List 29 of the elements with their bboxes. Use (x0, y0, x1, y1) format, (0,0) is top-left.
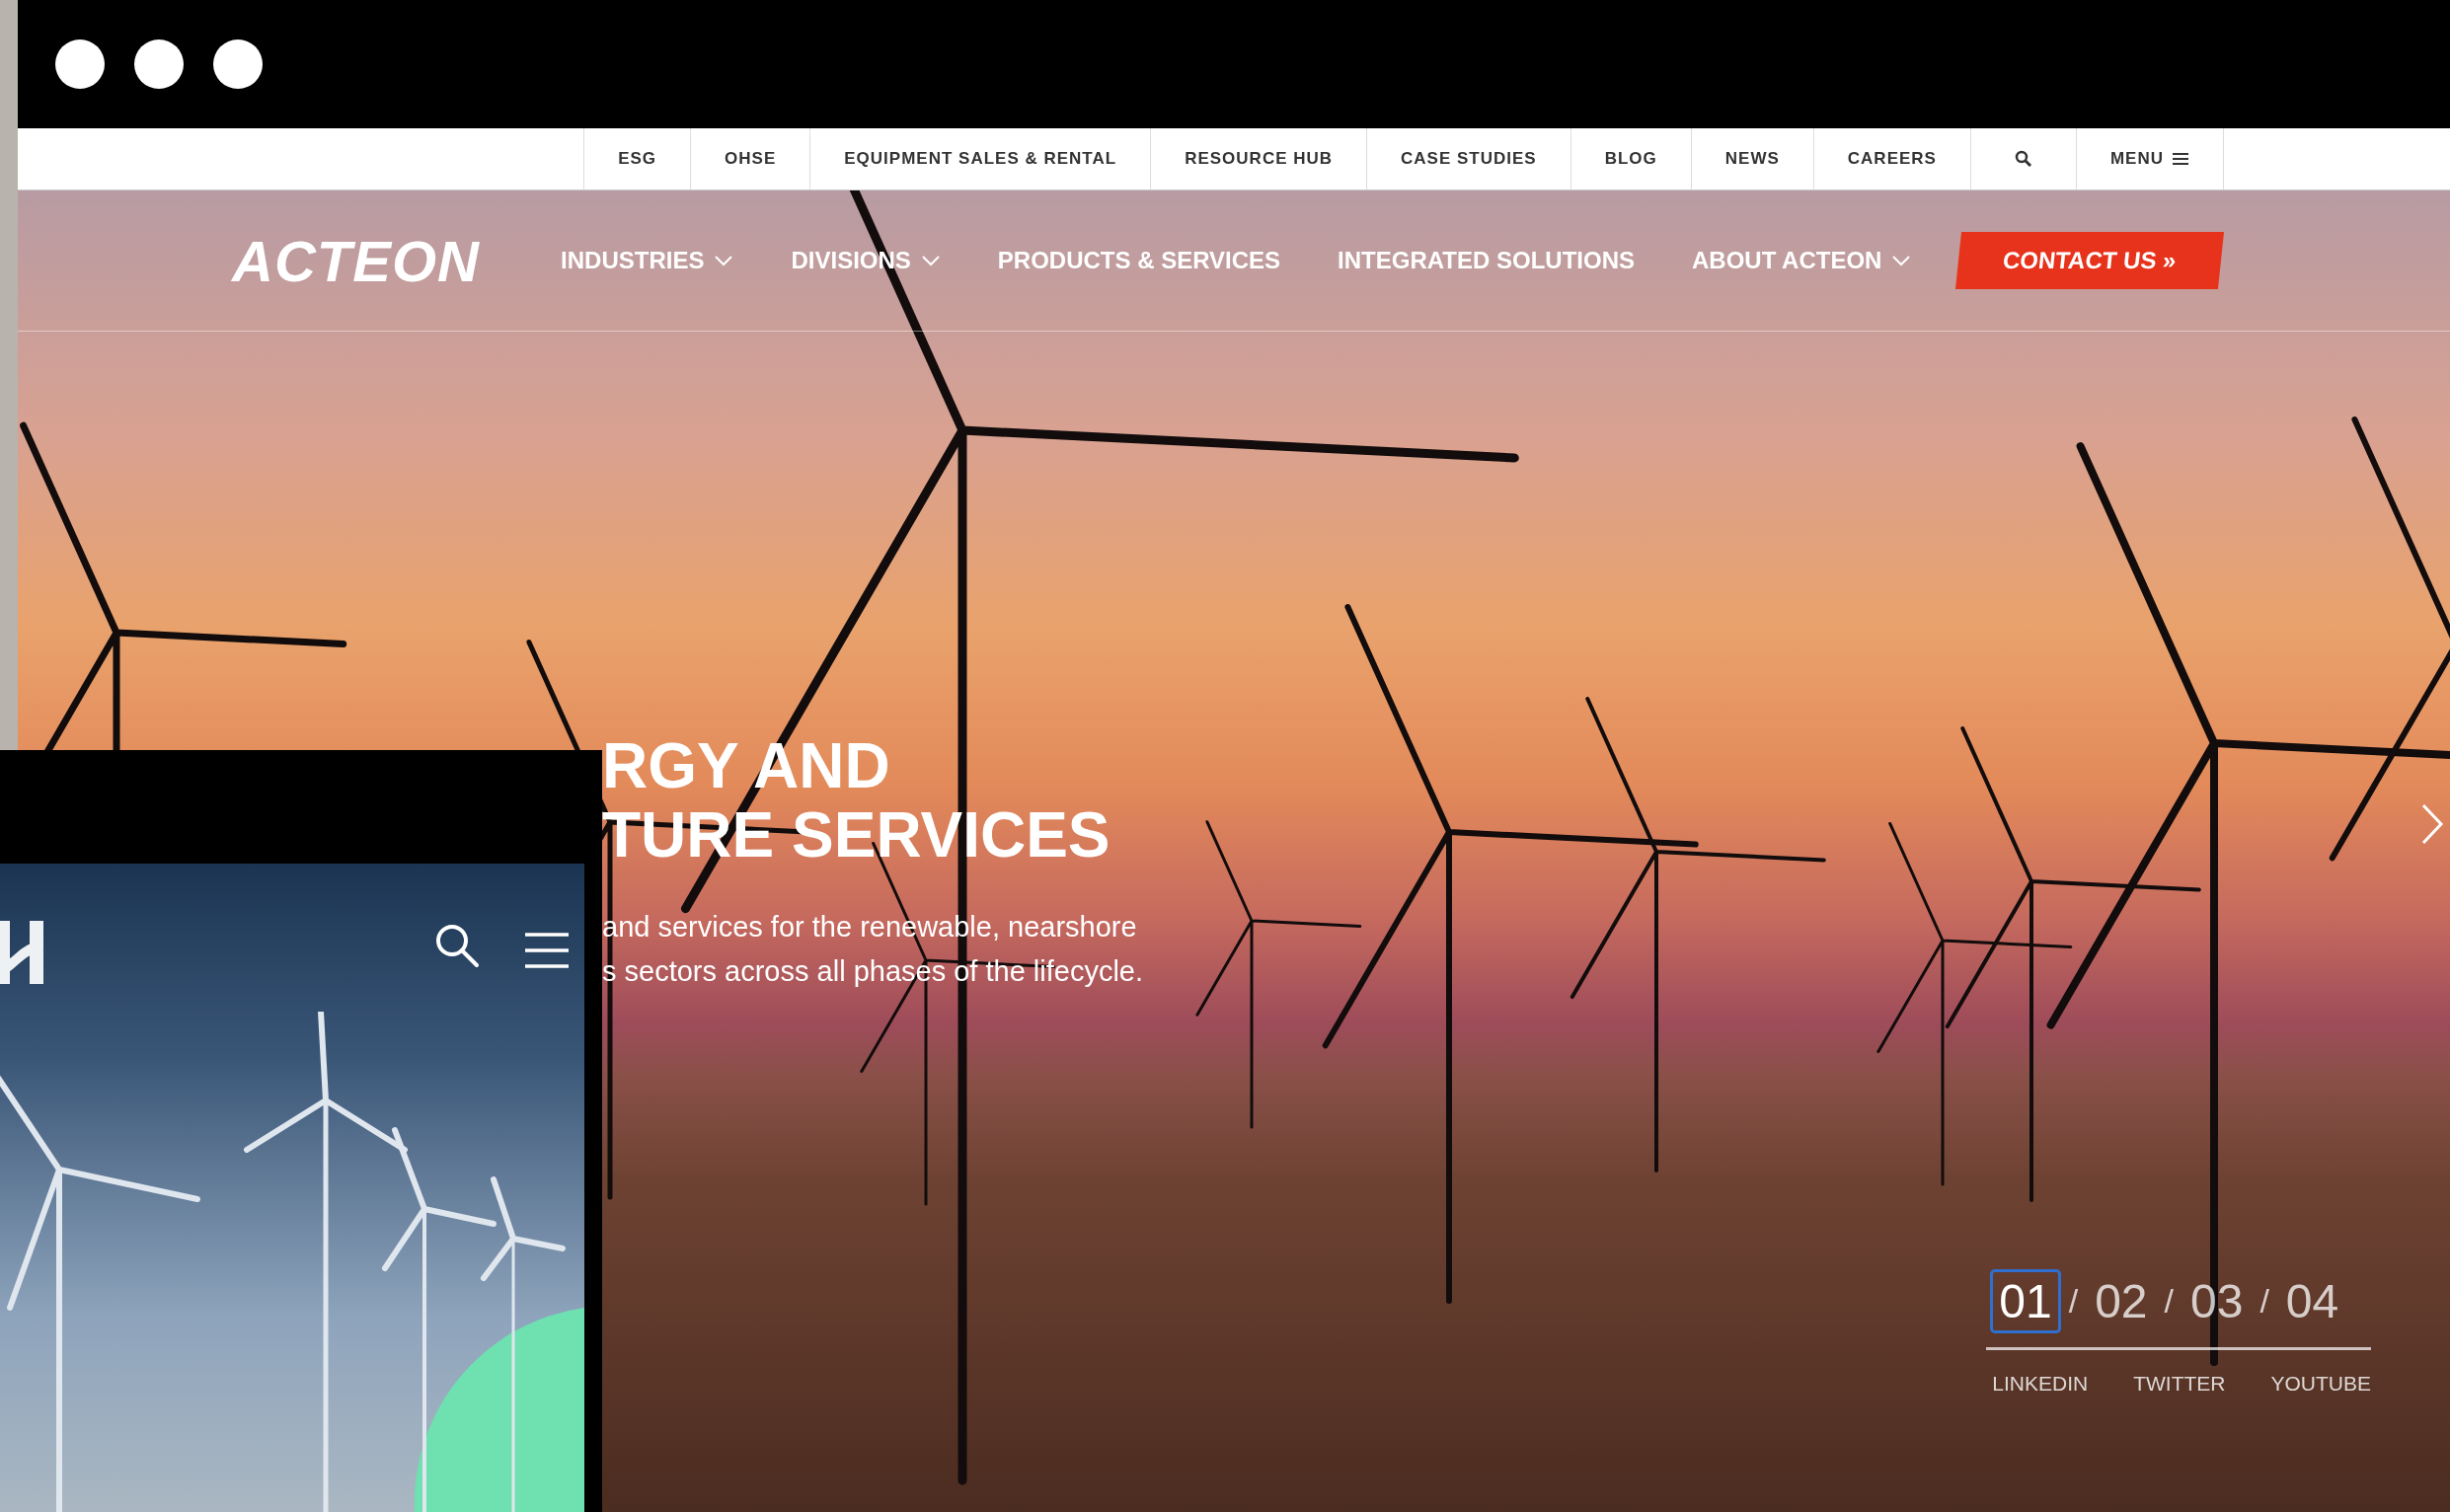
top-nav-link[interactable]: RESOURCE HUB (1150, 128, 1367, 189)
top-nav-link[interactable]: OHSE (690, 128, 810, 189)
contact-button[interactable]: CONTACT US » (1955, 232, 2225, 289)
top-nav-link[interactable]: CASE STUDIES (1366, 128, 1570, 189)
social-link[interactable]: YOUTUBE (2270, 1372, 2371, 1396)
top-nav-link[interactable]: BLOG (1570, 128, 1691, 189)
menu-icon (2172, 152, 2189, 166)
slide-number[interactable]: 01 (1990, 1269, 2061, 1333)
slide-separator: / (2164, 1282, 2174, 1321)
slide-number[interactable]: 04 (2276, 1269, 2348, 1333)
chevron-right-icon[interactable] (2420, 802, 2444, 846)
window-control[interactable] (134, 39, 184, 89)
menu-icon[interactable] (523, 931, 571, 970)
logo-icon[interactable] (0, 921, 45, 984)
slide-number[interactable]: 03 (2182, 1269, 2253, 1333)
social-link[interactable]: TWITTER (2133, 1372, 2226, 1396)
search-icon[interactable] (2014, 150, 2032, 168)
slide-separator: / (2068, 1282, 2079, 1321)
social-link[interactable]: LINKEDIN (1992, 1372, 2089, 1396)
menu-button[interactable]: MENU (2075, 128, 2224, 189)
window-control[interactable] (213, 39, 263, 89)
slide-separator: / (2259, 1282, 2269, 1321)
window-control[interactable] (55, 39, 105, 89)
search-icon[interactable] (434, 923, 480, 968)
slide-number[interactable]: 02 (2086, 1269, 2157, 1333)
top-nav-link[interactable]: EQUIPMENT SALES & RENTAL (809, 128, 1151, 189)
top-nav-link[interactable]: ESG (583, 128, 691, 189)
top-nav-link[interactable]: NEWS (1690, 128, 1813, 189)
top-nav-link[interactable]: CAREERS (1812, 128, 1970, 189)
